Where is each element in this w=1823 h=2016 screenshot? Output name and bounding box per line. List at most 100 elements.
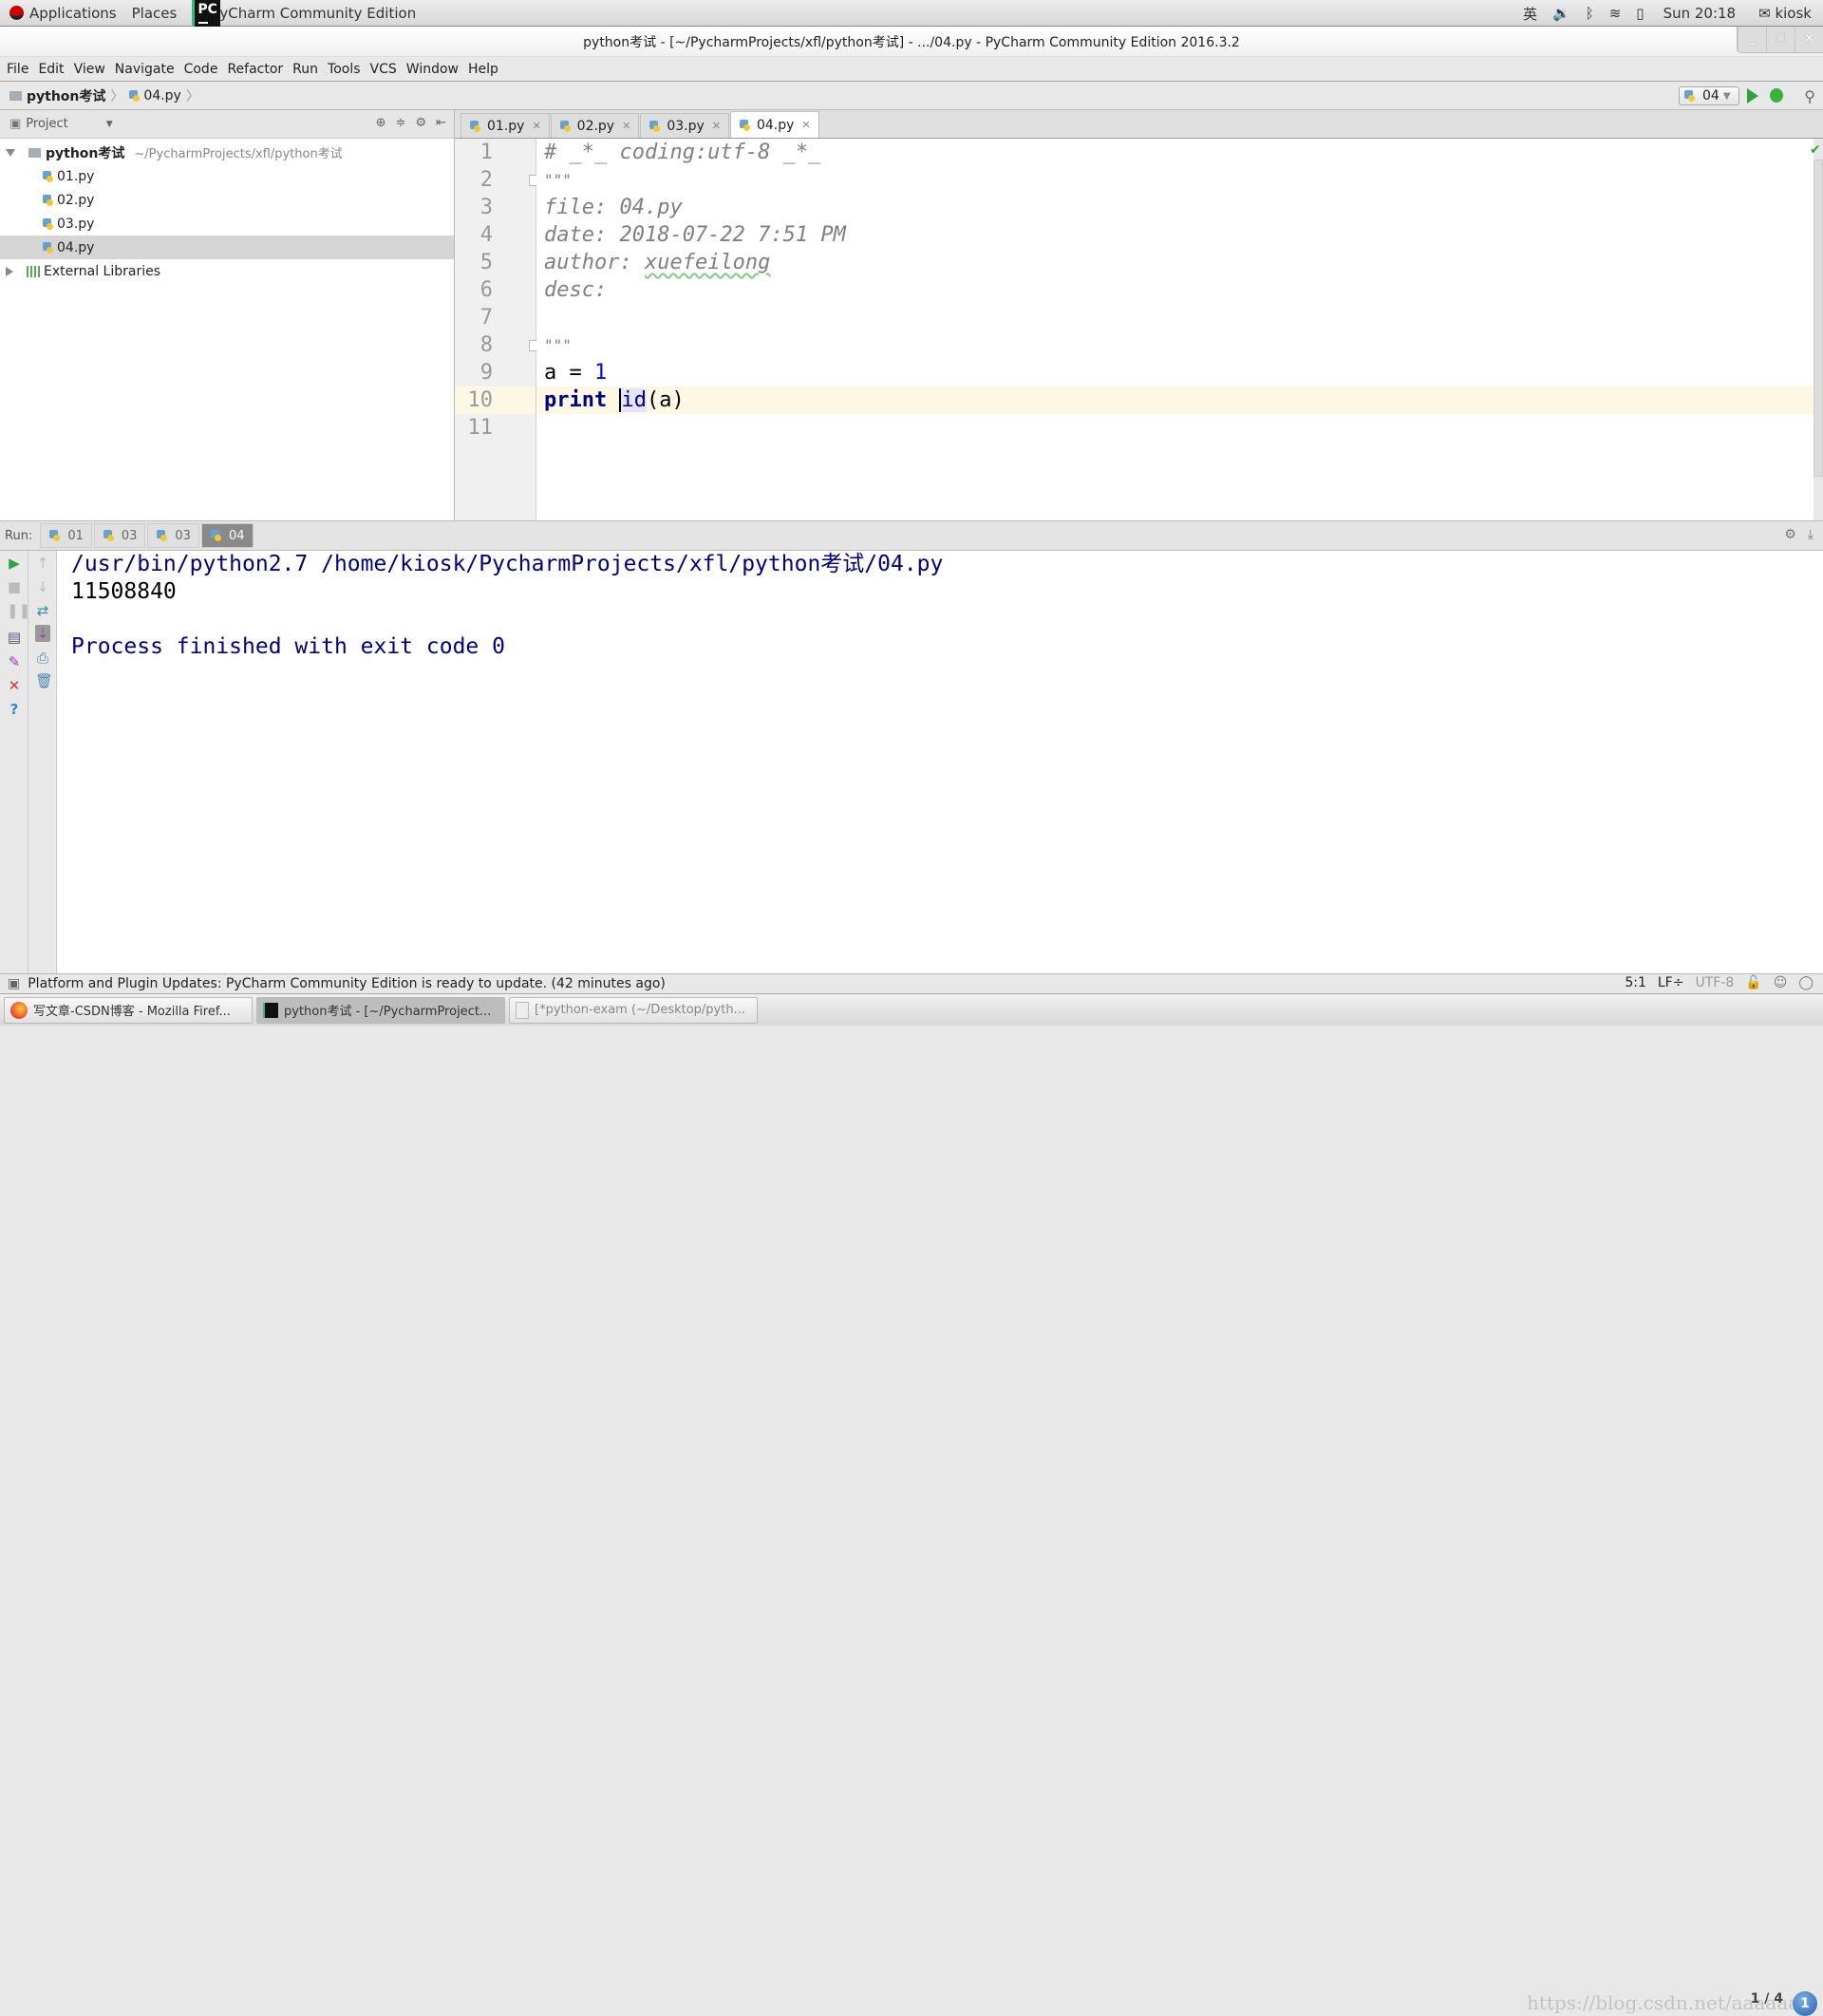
run-tab-01[interactable]: 01 — [40, 523, 92, 548]
task-pycharm[interactable]: python考试 - [~/PycharmProject... — [256, 996, 505, 1024]
user-menu[interactable]: ✉ kiosk — [1758, 5, 1812, 22]
menu-view[interactable]: View — [73, 62, 106, 77]
maximize-button[interactable]: □ — [1766, 27, 1795, 52]
soft-wrap-icon[interactable]: ⇄ — [35, 602, 50, 619]
tree-file-selected[interactable]: 04.py — [0, 236, 454, 259]
tree-file[interactable]: 01.py — [0, 164, 454, 188]
collapse-all-icon[interactable]: ≑ — [396, 116, 406, 130]
console-output[interactable]: /usr/bin/python2.7 /home/kiosk/PycharmPr… — [57, 551, 1823, 973]
run-tab-03[interactable]: 03 — [147, 523, 199, 548]
volume-icon[interactable]: 🔉 — [1552, 5, 1570, 22]
project-view-icon: ▣ — [9, 117, 22, 131]
print-icon[interactable]: ⎙ — [35, 650, 50, 667]
event-log-icon[interactable]: ◯ — [1798, 975, 1814, 990]
chevron-down-icon[interactable]: ▼ — [106, 120, 113, 129]
up-arrow-icon[interactable]: ↑ — [35, 555, 50, 572]
input-method-indicator[interactable]: 英 — [1523, 4, 1537, 24]
file-encoding[interactable]: UTF-8 — [1695, 975, 1734, 990]
tree-file[interactable]: 02.py — [0, 188, 454, 212]
breadcrumb-file[interactable]: 04.py — [143, 88, 180, 104]
trash-icon[interactable]: 🗑 — [35, 672, 53, 689]
tree-file[interactable]: 03.py — [0, 212, 454, 236]
minimize-button[interactable]: _ — [1738, 27, 1766, 52]
close-tab-icon[interactable]: ✕ — [712, 120, 721, 132]
menu-tools[interactable]: Tools — [327, 62, 362, 77]
workspace-pager[interactable]: 1 / 4 — [1751, 1991, 1783, 2007]
tree-root[interactable]: python考试 ~/PycharmProjects/xfl/python考试 — [0, 141, 454, 164]
tab-02-py[interactable]: 02.py ✕ — [550, 113, 640, 138]
menu-vcs[interactable]: VCS — [369, 62, 398, 77]
tab-03-py[interactable]: 03.py ✕ — [640, 113, 729, 138]
code-editor[interactable]: # _*_ coding:utf-8 _*_ """ file: 04.py d… — [536, 139, 1814, 520]
run-button[interactable] — [1747, 88, 1758, 104]
search-everywhere-icon[interactable]: ⚲ — [1804, 87, 1815, 105]
run-panel-header: Run: 01 03 03 04 ⚙ ⤓ — [0, 520, 1823, 551]
run-configuration-dropdown[interactable]: 04 ▼ — [1679, 86, 1739, 105]
hide-panel-icon[interactable]: ⤓ — [1808, 527, 1814, 542]
active-app-menu[interactable]: PC PyCharm Community Edition — [192, 0, 416, 27]
line-number: 4 — [479, 223, 493, 247]
tab-01-py[interactable]: 01.py ✕ — [460, 113, 550, 138]
editor-scrollbar[interactable] — [1814, 160, 1823, 477]
menu-refactor[interactable]: Refactor — [226, 62, 284, 77]
task-firefox[interactable]: 写文章-CSDN博客 - Mozilla Firef... — [4, 996, 253, 1024]
chevron-down-icon: ▼ — [1722, 90, 1731, 102]
expand-arrow-icon[interactable] — [6, 148, 15, 157]
bluetooth-icon[interactable]: ᛒ — [1586, 5, 1594, 22]
gear-icon[interactable]: ⚙ — [415, 116, 426, 130]
applications-menu[interactable]: Applications — [9, 5, 117, 22]
help-icon[interactable]: ? — [7, 701, 22, 718]
collapse-arrow-icon[interactable] — [6, 266, 13, 276]
close-button[interactable]: × — [1795, 27, 1823, 52]
scroll-to-end-icon[interactable]: ⇣ — [35, 625, 50, 642]
close-tab-icon[interactable]: ✕ — [622, 120, 630, 132]
notification-badge[interactable]: 1 — [1793, 1991, 1817, 2016]
panel-toggle-icon[interactable]: ▣ — [8, 976, 20, 991]
python-file-icon — [128, 89, 141, 103]
hector-icon[interactable]: ☺ — [1774, 975, 1788, 990]
stop-icon[interactable]: ■ — [7, 578, 22, 595]
wifi-icon[interactable]: ≋ — [1609, 5, 1622, 22]
tree-external-libraries[interactable]: External Libraries — [0, 259, 454, 283]
places-menu[interactable]: Places — [132, 5, 178, 22]
close-tab-icon[interactable]: ✕ — [532, 120, 540, 132]
run-tab-03[interactable]: 03 — [93, 523, 146, 548]
code-line: desc: — [544, 278, 608, 302]
menu-code[interactable]: Code — [183, 62, 219, 77]
menu-run[interactable]: Run — [291, 62, 319, 77]
task-text-editor[interactable]: [*python-exam (~/Desktop/pyth... — [509, 996, 758, 1024]
caret-position[interactable]: 5:1 — [1625, 975, 1646, 990]
inspection-ok-icon[interactable]: ✔ — [1810, 142, 1821, 158]
python-file-icon — [42, 170, 54, 183]
clock[interactable]: Sun 20:18 — [1663, 5, 1737, 22]
project-view-selector[interactable]: Project — [26, 117, 67, 131]
close-icon[interactable]: ✕ — [7, 677, 22, 694]
chat-icon: ✉ — [1758, 5, 1771, 22]
battery-icon[interactable]: ▯ — [1636, 5, 1644, 22]
gear-icon[interactable]: ⚙ — [1784, 527, 1796, 542]
taskbar: 写文章-CSDN博客 - Mozilla Firef... python考试 -… — [0, 993, 1823, 2016]
tab-04-py[interactable]: 04.py ✕ — [729, 111, 819, 138]
breadcrumb-project[interactable]: python考试 — [27, 86, 105, 105]
rerun-icon[interactable]: ▶ — [7, 555, 22, 572]
line-separator[interactable]: LF÷ — [1658, 975, 1684, 990]
restore-layout-icon[interactable]: ▤ — [7, 629, 22, 646]
firefox-icon — [10, 1001, 28, 1019]
pin-icon[interactable]: ✎ — [7, 653, 22, 670]
code-line-current: print id(a) — [544, 388, 685, 412]
pause-icon[interactable]: ❚❚ — [7, 602, 30, 619]
code-line: """ — [544, 171, 572, 189]
close-tab-icon[interactable]: ✕ — [801, 119, 810, 131]
menu-window[interactable]: Window — [405, 62, 460, 77]
scroll-from-source-icon[interactable]: ⊕ — [376, 116, 386, 130]
lock-icon[interactable]: 🔓 — [1745, 975, 1761, 990]
run-tab-04[interactable]: 04 — [200, 523, 254, 548]
menu-navigate[interactable]: Navigate — [114, 62, 176, 77]
status-message[interactable]: Platform and Plugin Updates: PyCharm Com… — [28, 976, 666, 991]
down-arrow-icon[interactable]: ↓ — [35, 578, 50, 595]
menu-help[interactable]: Help — [467, 62, 499, 77]
menu-edit[interactable]: Edit — [37, 62, 65, 77]
hide-panel-icon[interactable]: ⇤ — [436, 116, 446, 130]
debug-button[interactable] — [1770, 88, 1783, 103]
menu-file[interactable]: File — [6, 62, 29, 77]
